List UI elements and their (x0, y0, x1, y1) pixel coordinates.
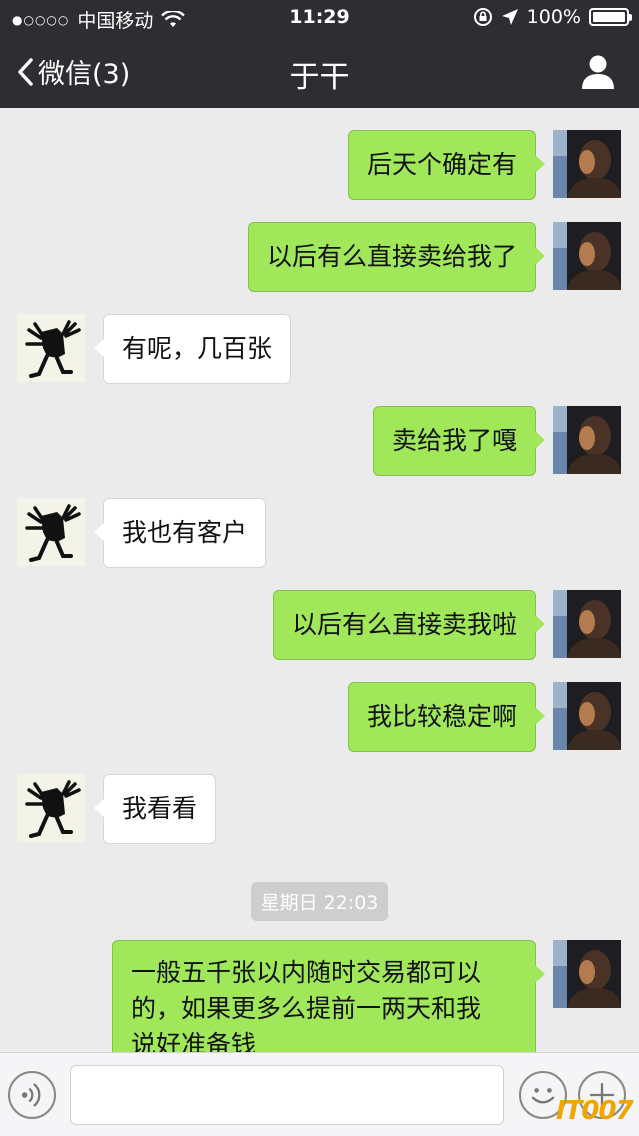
chat-title: 于干 (289, 60, 350, 95)
input-bar (0, 1052, 639, 1136)
message-bubble[interactable]: 有呢，几百张 (93, 314, 292, 384)
my-avatar[interactable] (553, 406, 621, 474)
time-divider: 星期日 22:03 (0, 882, 639, 921)
contact-avatar[interactable] (17, 774, 85, 842)
location-arrow-icon (501, 9, 518, 25)
my-avatar[interactable] (553, 222, 621, 290)
contact-avatar[interactable] (17, 498, 85, 566)
my-avatar[interactable] (553, 682, 621, 750)
message-input[interactable] (70, 1065, 504, 1125)
watermark-logo: IT007 (556, 1096, 634, 1126)
battery-percent: 100% (526, 6, 581, 28)
my-avatar[interactable] (553, 130, 621, 198)
message-bubble[interactable]: 我也有客户 (93, 498, 267, 568)
battery-level (593, 12, 625, 22)
voice-icon[interactable] (8, 1071, 56, 1119)
top-bar: ●○○○○ 中国移动 11:29 100% 微信(3) 于干 (0, 0, 639, 108)
person-icon[interactable] (581, 54, 615, 90)
timestamp-label: 星期日 22:03 (250, 882, 389, 921)
battery-icon (589, 8, 632, 26)
message-bubble[interactable]: 我比较稳定啊 (347, 682, 546, 752)
message-bubble[interactable]: 后天个确定有 (347, 130, 546, 200)
message-line: 说好准备钱 (131, 1030, 257, 1052)
my-avatar[interactable] (553, 940, 621, 1008)
nav-bar: 微信(3) 于干 (0, 36, 639, 108)
message-bubble[interactable]: 以后有么直接卖我啦 (272, 590, 546, 660)
contact-avatar[interactable] (17, 314, 85, 382)
message-bubble[interactable]: 我看看 (93, 774, 217, 844)
message-list[interactable]: 后天个确定有 以后有么直接卖给我了 有呢，几百张 卖给我了嘎 我也有客户 以后有… (0, 108, 639, 1052)
my-avatar[interactable] (553, 590, 621, 658)
orientation-lock-icon (473, 8, 492, 26)
message-line: 一般五千张以内随时交易都可以 (131, 958, 482, 987)
message-bubble[interactable]: 卖给我了嘎 (372, 406, 546, 476)
message-bubble[interactable]: 一般五千张以内随时交易都可以 的，如果更多么提前一两天和我 说好准备钱 (112, 940, 545, 1052)
message-line: 的，如果更多么提前一两天和我 (131, 994, 482, 1023)
status-bar: ●○○○○ 中国移动 11:29 100% (0, 0, 639, 36)
message-bubble[interactable]: 以后有么直接卖给我了 (247, 222, 546, 292)
